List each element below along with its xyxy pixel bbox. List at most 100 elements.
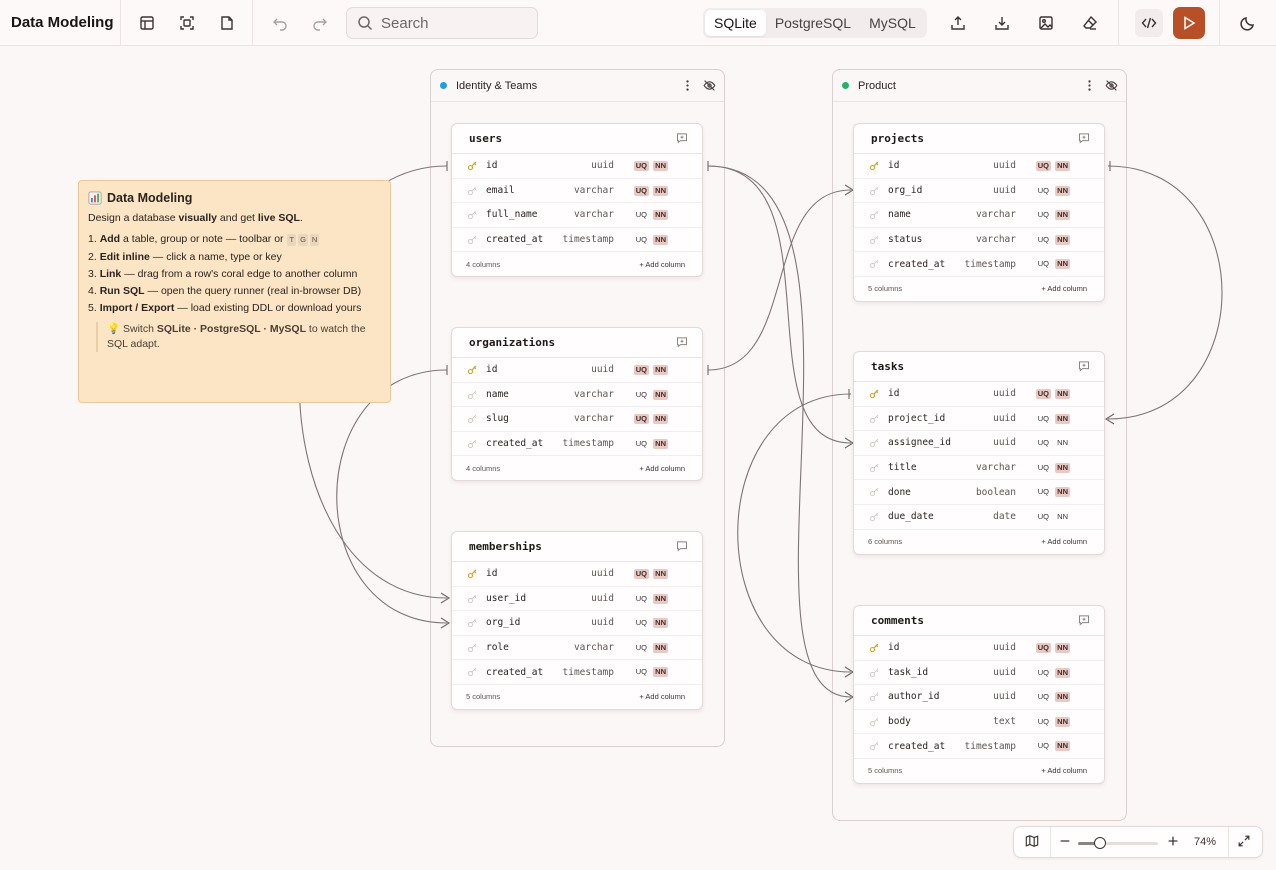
unique-badge[interactable]: UQ: [634, 390, 649, 400]
zoom-slider[interactable]: [1078, 837, 1158, 849]
search-input[interactable]: Search: [346, 7, 538, 39]
unique-badge[interactable]: UQ: [634, 439, 649, 449]
add-column-button[interactable]: + Add column: [1041, 766, 1087, 775]
unique-badge[interactable]: UQ: [1036, 512, 1051, 522]
not-null-badge[interactable]: NN: [653, 642, 668, 653]
column-row[interactable]: created_at timestamp UQ NN: [452, 660, 702, 685]
column-type[interactable]: timestamp: [563, 234, 614, 245]
eye-off-icon[interactable]: [1105, 79, 1118, 92]
unique-badge[interactable]: UQ: [1036, 717, 1051, 727]
column-type[interactable]: uuid: [591, 160, 614, 171]
column-row[interactable]: assignee_id uuid UQ NN: [854, 431, 1104, 456]
not-null-badge[interactable]: NN: [1055, 716, 1070, 727]
column-row[interactable]: created_at timestamp UQ NN: [452, 228, 702, 253]
key-icon[interactable]: [869, 716, 880, 727]
column-type[interactable]: uuid: [591, 364, 614, 375]
add-column-button[interactable]: + Add column: [1041, 537, 1087, 546]
key-icon[interactable]: [869, 185, 880, 196]
unique-badge[interactable]: UQ: [1036, 186, 1051, 196]
column-row[interactable]: role varchar UQ NN: [452, 636, 702, 661]
column-type[interactable]: date: [993, 511, 1016, 522]
column-name[interactable]: org_id: [888, 185, 922, 196]
not-null-badge[interactable]: NN: [1055, 210, 1070, 221]
key-icon[interactable]: [869, 462, 880, 473]
column-type[interactable]: timestamp: [563, 438, 614, 449]
column-name[interactable]: created_at: [486, 234, 543, 245]
table-name[interactable]: tasks: [871, 360, 904, 373]
key-icon[interactable]: [467, 209, 478, 220]
column-type[interactable]: uuid: [993, 667, 1016, 678]
table-name[interactable]: memberships: [469, 540, 542, 553]
column-type[interactable]: timestamp: [965, 741, 1016, 752]
column-type[interactable]: varchar: [976, 209, 1016, 220]
table-tasks[interactable]: tasks id uuid UQ NN project_id uuid UQ NN assigne…: [853, 351, 1105, 555]
column-name[interactable]: email: [486, 185, 515, 196]
column-type[interactable]: uuid: [993, 160, 1016, 171]
add-note-button[interactable]: [213, 9, 241, 37]
column-name[interactable]: name: [888, 209, 911, 220]
column-row[interactable]: created_at timestamp UQ NN: [854, 734, 1104, 759]
unique-badge[interactable]: UQ: [634, 210, 649, 220]
unique-badge[interactable]: UQ: [633, 569, 649, 579]
column-row[interactable]: due_date date UQ NN: [854, 505, 1104, 530]
primary-key-icon[interactable]: [467, 364, 478, 375]
add-column-button[interactable]: + Add column: [639, 464, 685, 473]
add-column-button[interactable]: + Add column: [639, 692, 685, 701]
column-row[interactable]: done boolean UQ NN: [854, 480, 1104, 505]
table-note-button[interactable]: [1078, 132, 1090, 147]
column-name[interactable]: done: [888, 487, 911, 498]
unique-badge[interactable]: UQ: [1036, 210, 1051, 220]
unique-badge[interactable]: UQ: [1036, 259, 1051, 269]
key-icon[interactable]: [869, 413, 880, 424]
not-null-badge[interactable]: NN: [653, 389, 668, 400]
column-name[interactable]: task_id: [888, 667, 928, 678]
unique-badge[interactable]: UQ: [634, 594, 649, 604]
column-type[interactable]: varchar: [574, 209, 614, 220]
unique-badge[interactable]: UQ: [633, 414, 649, 425]
unique-badge[interactable]: UQ: [633, 365, 649, 375]
column-name[interactable]: project_id: [888, 413, 945, 424]
primary-key-icon[interactable]: [467, 568, 478, 579]
table-comments[interactable]: comments id uuid UQ NN task_id uuid UQ NN author_…: [853, 605, 1105, 784]
unique-badge[interactable]: UQ: [1036, 487, 1051, 497]
column-name[interactable]: created_at: [486, 438, 543, 449]
unique-badge[interactable]: UQ: [633, 185, 649, 196]
not-null-badge[interactable]: NN: [1055, 185, 1070, 196]
unique-badge[interactable]: UQ: [634, 643, 649, 653]
column-row[interactable]: id uuid UQ NN: [854, 636, 1104, 661]
clear-canvas-button[interactable]: [1076, 9, 1104, 37]
column-row[interactable]: full_name varchar UQ NN: [452, 203, 702, 228]
unique-badge[interactable]: UQ: [1036, 438, 1051, 448]
column-row[interactable]: title varchar UQ NN: [854, 456, 1104, 481]
column-name[interactable]: id: [888, 160, 899, 171]
not-null-badge[interactable]: NN: [1055, 487, 1070, 498]
table-name[interactable]: projects: [871, 132, 924, 145]
not-null-badge[interactable]: NN: [653, 414, 668, 425]
key-icon[interactable]: [869, 258, 880, 269]
primary-key-icon[interactable]: [869, 388, 880, 399]
key-icon[interactable]: [869, 511, 880, 522]
not-null-badge[interactable]: NN: [1055, 667, 1070, 678]
column-name[interactable]: body: [888, 716, 911, 727]
key-icon[interactable]: [869, 667, 880, 678]
toggle-sql-panel-button[interactable]: [1135, 9, 1163, 37]
table-note-button[interactable]: [1078, 614, 1090, 629]
column-type[interactable]: varchar: [976, 234, 1016, 245]
add-table-button[interactable]: [133, 9, 161, 37]
not-null-badge[interactable]: NN: [1055, 692, 1070, 703]
import-button[interactable]: [988, 9, 1016, 37]
unique-badge[interactable]: UQ: [1036, 668, 1051, 678]
column-name[interactable]: created_at: [888, 741, 945, 752]
unique-badge[interactable]: UQ: [1036, 741, 1051, 751]
column-row[interactable]: id uuid UQ NN: [452, 562, 702, 587]
key-icon[interactable]: [869, 234, 880, 245]
column-row[interactable]: slug varchar UQ NN: [452, 407, 702, 432]
column-name[interactable]: user_id: [486, 593, 526, 604]
column-row[interactable]: email varchar UQ NN: [452, 179, 702, 204]
dialect-sqlite[interactable]: SQLite: [705, 10, 766, 36]
unique-badge[interactable]: UQ: [1036, 235, 1051, 245]
primary-key-icon[interactable]: [869, 642, 880, 653]
column-name[interactable]: author_id: [888, 691, 939, 702]
minimap-toggle[interactable]: [1025, 834, 1039, 853]
column-type[interactable]: uuid: [993, 388, 1016, 399]
